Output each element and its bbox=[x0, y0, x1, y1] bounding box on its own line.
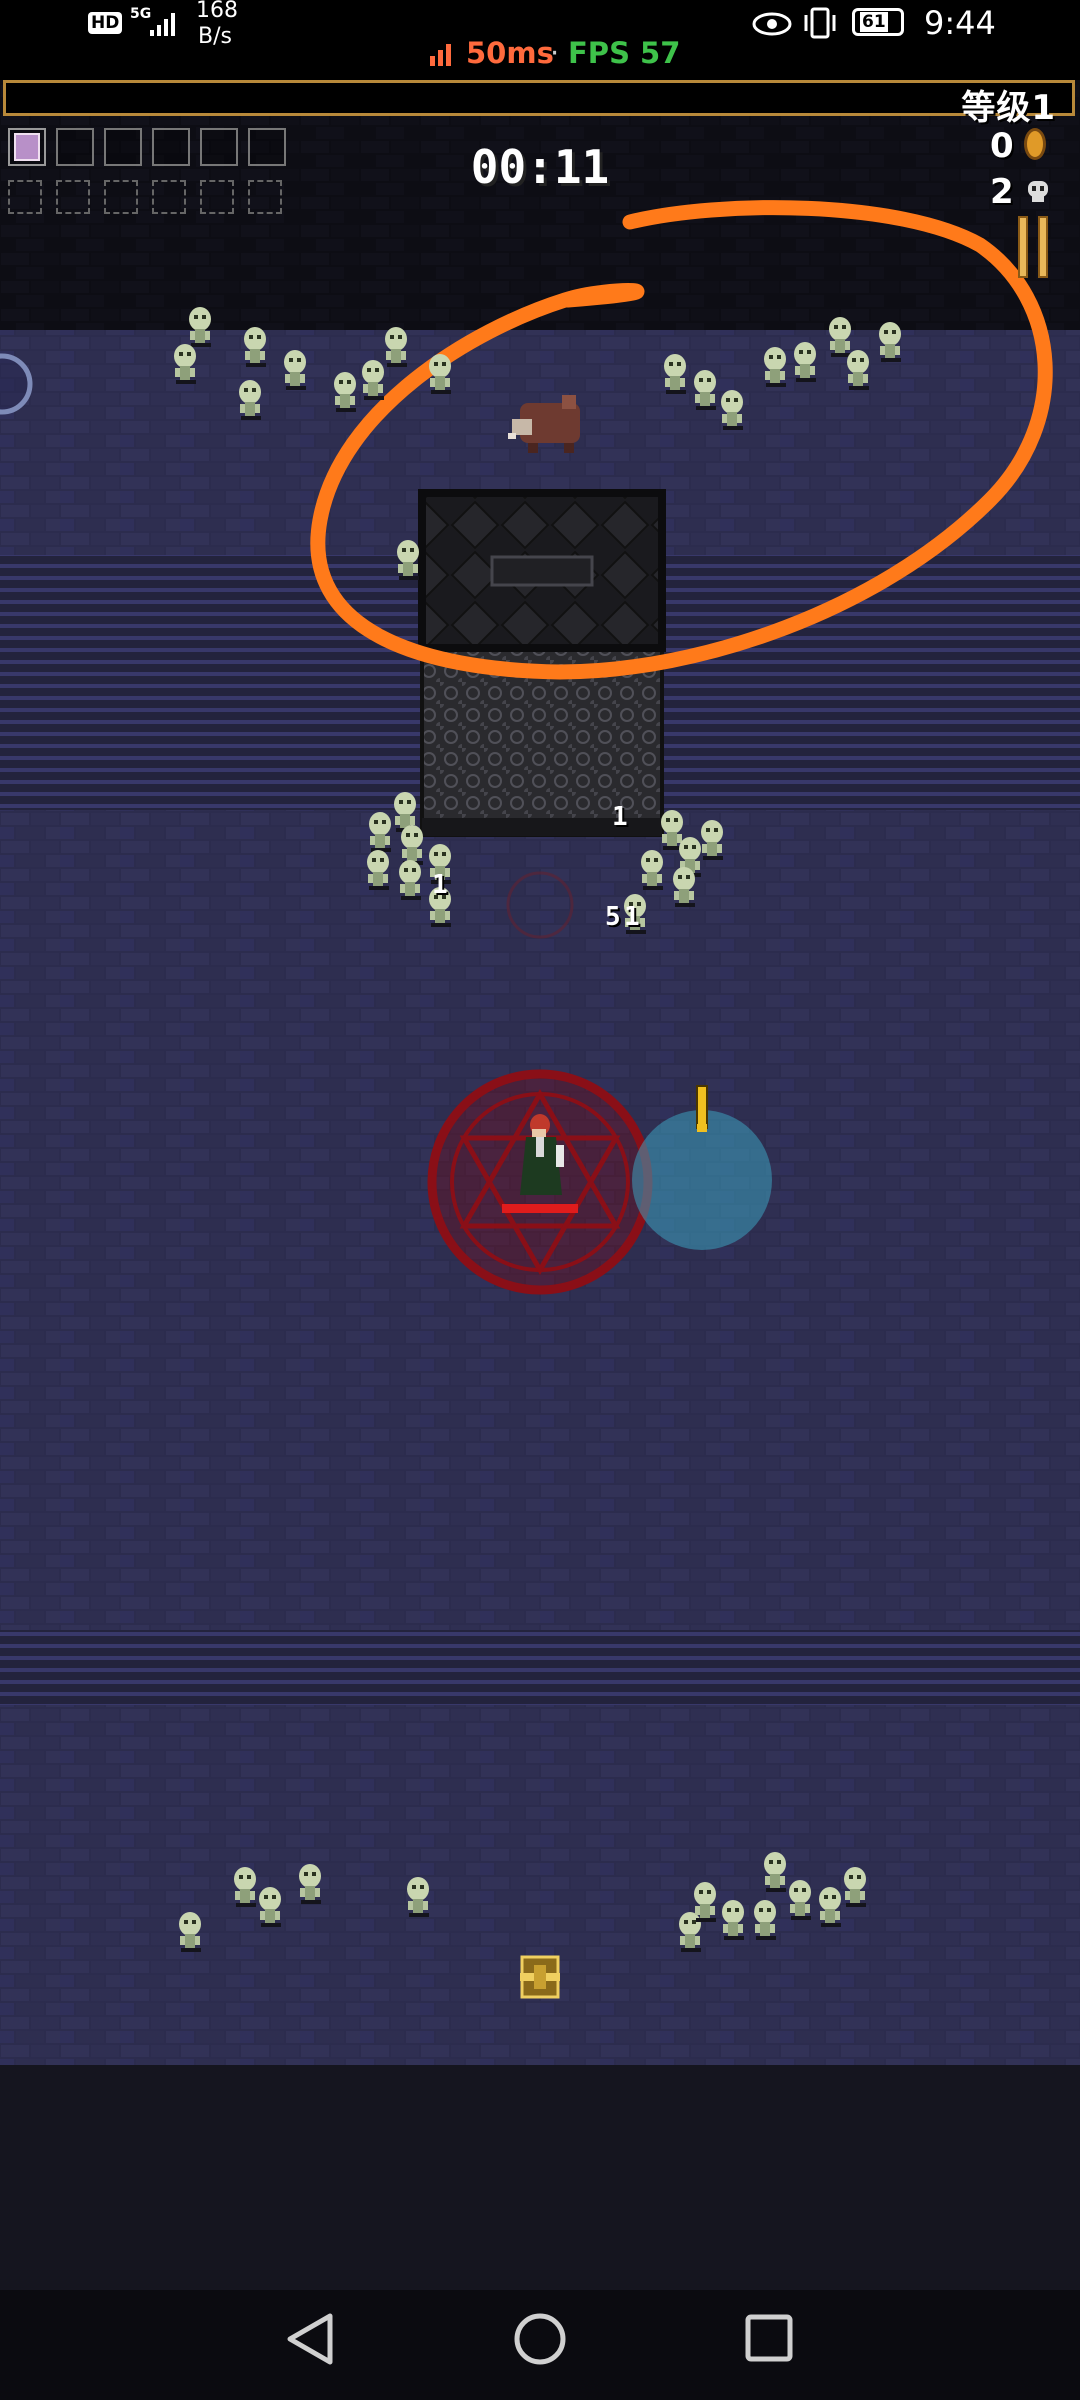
treasure-chest bbox=[520, 1955, 560, 1999]
battery-icon: 61 bbox=[852, 8, 904, 36]
back-triangle-icon[interactable] bbox=[287, 2313, 333, 2365]
skull-icon bbox=[1026, 180, 1050, 208]
network-speed-unit: B/s bbox=[198, 24, 232, 49]
level-label: 等级1 bbox=[961, 88, 1056, 128]
coffin-plaque bbox=[490, 555, 594, 587]
experience-bar: 等级1 bbox=[3, 80, 1075, 128]
ping-value: 50ms bbox=[466, 36, 554, 70]
alert-marker bbox=[696, 1085, 708, 1129]
game-screen: 1 1 5 1 bbox=[0, 0, 1080, 2400]
coin-icon bbox=[1024, 128, 1046, 160]
battery-level: 61 bbox=[860, 12, 888, 32]
damage-number: 1 bbox=[432, 870, 448, 900]
floor-stripe-band bbox=[0, 1630, 1080, 1705]
hd-badge: HD bbox=[88, 12, 123, 34]
damage-number: 1 bbox=[612, 802, 628, 832]
dark-floor-edge bbox=[0, 2065, 1080, 2290]
recents-square-icon[interactable] bbox=[745, 2314, 793, 2362]
pause-bar bbox=[1038, 216, 1048, 278]
vibrate-icon bbox=[802, 6, 838, 44]
coin-count: 0 bbox=[990, 126, 1014, 166]
damage-number: 5 bbox=[605, 902, 621, 932]
clock: 9:44 bbox=[924, 4, 996, 42]
network-speed: 168 bbox=[196, 0, 238, 23]
ping-bars-icon bbox=[430, 42, 452, 70]
eye-icon bbox=[752, 10, 792, 42]
network-type: 5G bbox=[130, 6, 152, 22]
system-status-bar: HD 5G 168 B/s 50ms · FPS 57 61 9:44 bbox=[0, 0, 1080, 80]
player-health-bar bbox=[502, 1204, 578, 1213]
separator: · bbox=[550, 36, 560, 70]
pause-button[interactable] bbox=[1014, 216, 1052, 278]
pause-bar bbox=[1018, 216, 1028, 278]
damage-number: 1 bbox=[624, 902, 640, 932]
system-navigation-bar bbox=[0, 2290, 1080, 2400]
kill-count: 2 bbox=[990, 172, 1014, 212]
survival-timer: 00:11 bbox=[470, 140, 610, 194]
game-arena[interactable] bbox=[0, 0, 1080, 2400]
fps-value: FPS 57 bbox=[568, 36, 681, 70]
signal-icon bbox=[150, 10, 180, 42]
home-circle-icon[interactable] bbox=[514, 2313, 566, 2365]
